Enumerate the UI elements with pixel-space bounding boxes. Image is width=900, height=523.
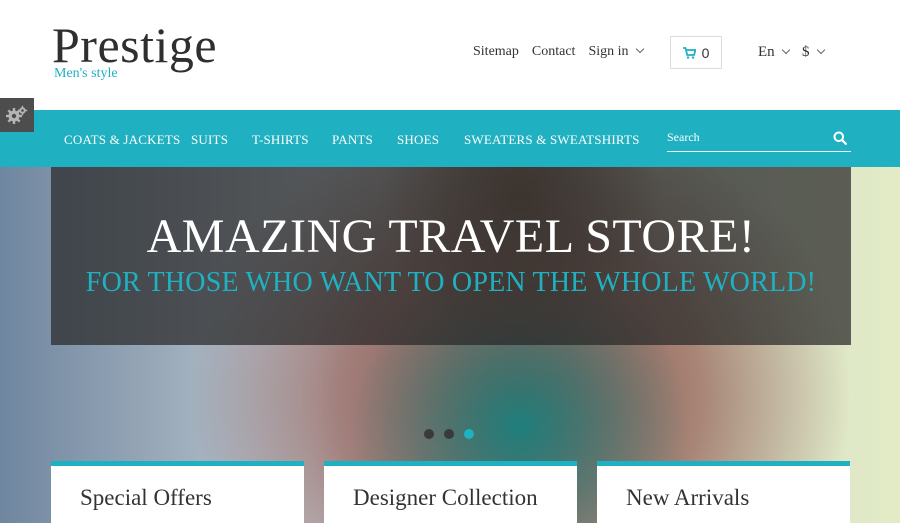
language-value: En — [758, 44, 775, 60]
site-header: Prestige Men's style Sitemap Contact Sig… — [0, 0, 900, 110]
search-input[interactable] — [667, 127, 817, 147]
search-icon[interactable] — [833, 131, 847, 145]
nav-item-sweaters-sweatshirts[interactable]: SWEATERS & SWEATSHIRTS — [464, 132, 640, 148]
nav-item-coats-jackets[interactable]: COATS & JACKETS — [64, 132, 180, 148]
top-links: Sitemap Contact Sign in — [473, 44, 644, 60]
slider-dot[interactable] — [424, 429, 434, 439]
cart-button[interactable]: 0 — [670, 36, 722, 69]
promo-box-new-arrivals[interactable]: New Arrivals — [597, 461, 850, 523]
currency-value: $ — [802, 44, 810, 60]
cart-count: 0 — [701, 44, 710, 61]
nav-item-suits[interactable]: SUITS — [191, 132, 228, 148]
nav-item-shoes[interactable]: SHOES — [397, 132, 439, 148]
slider-pagination — [424, 429, 484, 439]
search-box — [667, 127, 851, 152]
signin-label: Sign in — [588, 44, 629, 59]
gear-icon — [6, 105, 28, 124]
slider-dot-active[interactable] — [464, 429, 474, 439]
hero-banner: AMAZING TRAVEL STORE! FOR THOSE WHO WANT… — [51, 167, 851, 345]
promo-box-special-offers[interactable]: Special Offers — [51, 461, 304, 523]
chevron-down-icon — [781, 45, 790, 55]
currency-selector[interactable]: $ — [802, 44, 825, 61]
nav-item-t-shirts[interactable]: T-SHIRTS — [252, 132, 309, 148]
promo-box-title: New Arrivals — [626, 485, 750, 510]
hero-subtitle: FOR THOSE WHO WANT TO OPEN THE WHOLE WOR… — [85, 267, 817, 298]
settings-tab[interactable] — [0, 98, 34, 132]
chevron-down-icon — [816, 45, 825, 55]
language-selector[interactable]: En — [758, 44, 790, 61]
hero-title: AMAZING TRAVEL STORE! — [146, 210, 756, 263]
promo-box-title: Special Offers — [80, 485, 212, 510]
nav-item-pants[interactable]: PANTS — [332, 132, 373, 148]
contact-link[interactable]: Contact — [532, 44, 576, 60]
slider-dot[interactable] — [444, 429, 454, 439]
logo-subtitle: Men's style — [54, 66, 118, 81]
chevron-down-icon — [635, 44, 644, 54]
sitemap-link[interactable]: Sitemap — [473, 44, 519, 60]
signin-link[interactable]: Sign in — [588, 44, 644, 60]
promo-box-designer-collection[interactable]: Designer Collection — [324, 461, 577, 523]
cart-icon — [682, 46, 696, 59]
promo-box-title: Designer Collection — [353, 485, 538, 510]
